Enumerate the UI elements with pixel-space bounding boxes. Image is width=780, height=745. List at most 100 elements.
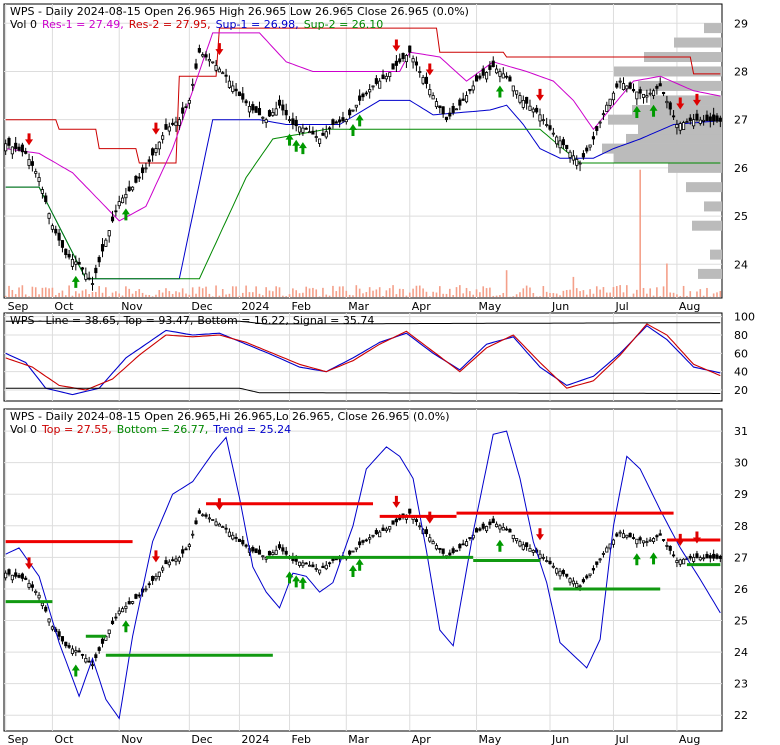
volume-bar-207 (696, 291, 698, 297)
bar-body-0-100 (338, 119, 342, 123)
volume-bar-108 (365, 292, 368, 297)
bar-body-0-139 (468, 88, 472, 92)
volume-bar-27 (95, 291, 97, 297)
bar-body-0-128 (431, 95, 435, 100)
bar-body-2-180 (605, 547, 609, 553)
volume-bar-204 (686, 295, 688, 297)
y-tick-label-0-1: 25 (734, 210, 748, 223)
volume-bar-166 (559, 295, 561, 297)
bar-body-2-52 (177, 556, 181, 562)
volume-bar-188 (632, 293, 635, 297)
bar-body-2-71 (241, 539, 245, 545)
volume-bar-7 (28, 296, 30, 297)
bar-body-0-116 (391, 63, 395, 70)
bar-body-0-93 (314, 136, 318, 138)
panel-header-0-0: WPS - Daily 2024-08-15 Open 26.965 High … (10, 5, 469, 18)
bar-body-0-135 (454, 108, 459, 111)
bar-body-2-34 (117, 610, 121, 615)
bar-body-0-86 (291, 118, 295, 125)
bar-body-0-48 (164, 124, 168, 130)
volume-bar-209 (702, 295, 705, 297)
bar-body-0-70 (237, 91, 242, 96)
volume-bar-22 (78, 293, 80, 297)
bar-body-2-2 (10, 574, 14, 581)
y-tick-label-0-5: 29 (734, 17, 748, 30)
bar-body-0-142 (478, 75, 482, 79)
volume-bar-31 (108, 296, 110, 297)
bar-body-2-44 (151, 575, 155, 581)
bar-body-0-103 (348, 109, 352, 116)
volume-bar-116 (392, 285, 394, 297)
bar-body-0-136 (458, 99, 462, 106)
bar-body-0-149 (501, 73, 505, 79)
bar-body-2-138 (464, 541, 469, 547)
bar-body-0-172 (578, 162, 582, 165)
bar-body-0-137 (461, 98, 465, 101)
bar-body-0-89 (301, 127, 305, 133)
volume-bar-24 (85, 289, 87, 297)
bar-body-2-96 (324, 564, 328, 570)
volume-bar-158 (532, 293, 535, 297)
volume-bar-201 (676, 294, 678, 297)
volume-bar-18 (64, 295, 67, 297)
volume-bar-154 (519, 292, 521, 297)
bar-body-2-27 (94, 654, 98, 659)
bar-body-0-144 (484, 72, 489, 80)
bar-body-0-20 (70, 259, 75, 267)
bar-body-0-8 (30, 161, 34, 166)
volume-bar-11 (41, 287, 44, 297)
volume-bar-142 (479, 292, 481, 297)
bar-body-2-12 (44, 606, 48, 612)
volume-bar-191 (642, 287, 645, 297)
bar-body-2-8 (30, 584, 34, 588)
volume-bar-145 (489, 287, 491, 297)
bar-body-0-105 (354, 104, 358, 108)
bar-body-0-202 (678, 123, 682, 131)
bar-body-0-66 (224, 74, 228, 77)
volume-bar-181 (609, 292, 611, 297)
volume-profile-bar-10 (608, 114, 722, 125)
bar-body-0-57 (194, 63, 198, 69)
volume-profile-bar-0 (698, 268, 722, 279)
volume-bar-140 (472, 294, 475, 297)
bar-body-0-185 (621, 83, 626, 91)
bar-body-0-13 (47, 213, 51, 219)
bar-body-2-116 (391, 520, 395, 525)
volume-bar-171 (575, 288, 578, 297)
bar-body-2-185 (621, 533, 626, 539)
bar-body-0-64 (217, 68, 221, 73)
volume-bar-135 (455, 287, 458, 297)
bar-body-0-148 (498, 71, 502, 77)
volume-bar-202 (679, 296, 682, 297)
volume-profile-bar-2 (692, 220, 722, 231)
volume-bar-150 (505, 270, 508, 297)
bar-body-0-107 (361, 93, 365, 98)
volume-bar-205 (689, 291, 692, 297)
volume-bar-131 (442, 293, 444, 297)
volume-bar-74 (251, 292, 254, 297)
volume-bar-111 (375, 289, 378, 297)
volume-bar-184 (619, 285, 621, 297)
volume-bar-63 (215, 285, 217, 297)
bar-body-2-33 (114, 616, 118, 619)
bar-body-0-63 (214, 65, 218, 71)
volume-bar-175 (589, 289, 591, 297)
bar-body-2-106 (358, 541, 362, 546)
bar-body-0-117 (394, 60, 398, 66)
bar-body-2-195 (655, 535, 659, 538)
bar-body-0-83 (281, 104, 285, 111)
bar-body-2-89 (301, 562, 305, 567)
bar-body-2-170 (571, 580, 575, 585)
bar-body-0-175 (588, 144, 592, 148)
chart-svg: 24 25 26 27 28 29 WPS - Daily 2024-08-15 Open … (3, 3, 755, 745)
volume-bar-172 (579, 291, 581, 297)
bar-body-2-166 (558, 570, 562, 577)
volume-bar-95 (322, 287, 324, 297)
panel-legend-0-4: Sup-2 = 26.10 (304, 18, 384, 31)
x-tick-label-2-7: Apr (412, 733, 432, 745)
volume-bar-55 (188, 294, 191, 297)
volume-bar-98 (332, 285, 334, 297)
x-tick-label-0-0: Sep (8, 300, 29, 313)
bar-body-2-192 (645, 541, 649, 543)
bar-body-0-163 (548, 125, 552, 130)
